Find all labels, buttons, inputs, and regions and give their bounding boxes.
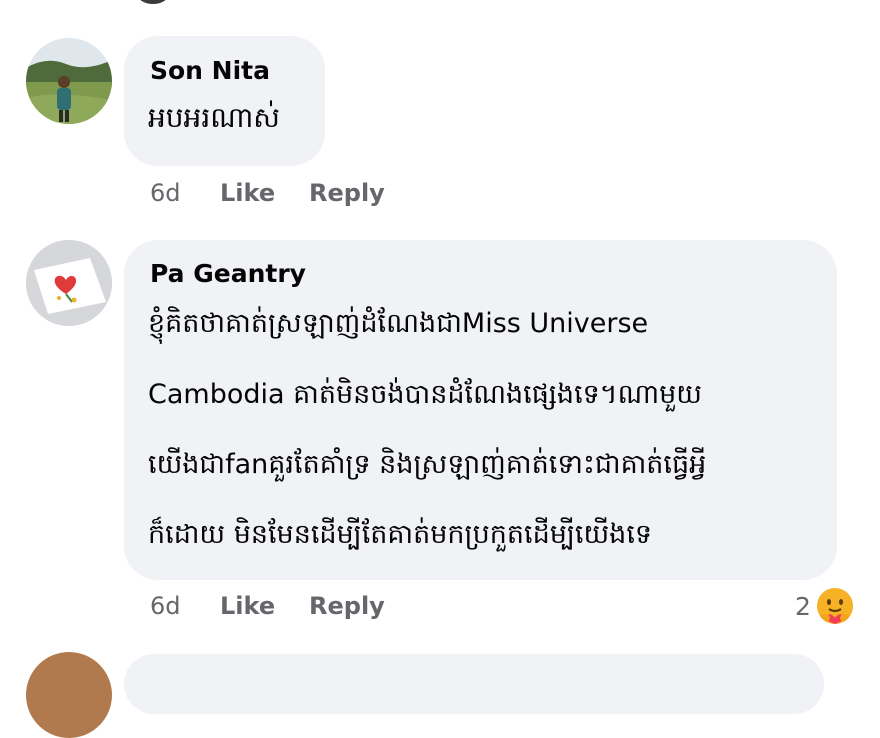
comment-text-line: អបអរណាស់ [148,101,280,134]
comment-text-line: ខ្ញុំគិតថាគាត់ស្រឡាញ់ដំណែងជាMiss Univers… [148,308,649,339]
avatar[interactable] [26,38,112,124]
previous-comment-avatar-edge [138,0,168,4]
avatar[interactable] [26,240,112,326]
comment-text-line: ក៏ដោយ មិនមែនដើម្បីតែគាត់មកប្រកួតដើម្បីយើ… [148,519,653,550]
reaction-count: 2 [795,591,811,621]
comment-bubble [124,654,824,714]
care-emoji-icon [816,588,853,624]
reply-button[interactable]: Reply [309,179,385,207]
comment-text-line: យើងជាfanគួរតែគាំទ្រ និងស្រឡាញ់គាត់ទោះជាគ… [148,449,707,480]
reaction-summary[interactable]: 2 [795,588,853,624]
comment-timestamp[interactable]: 6d [150,592,181,620]
reply-button[interactable]: Reply [309,592,385,620]
comment-timestamp[interactable]: 6d [150,179,181,207]
avatar[interactable] [26,652,112,738]
like-button[interactable]: Like [220,592,275,620]
comment-text-line: Cambodia គាត់មិនចង់បានដំណែងផ្សេងទេ។ណាមួយ [148,379,702,410]
profile-photo-landscape-icon [26,38,112,124]
comment-author[interactable]: Son Nita [150,56,270,85]
comment-author[interactable]: Pa Geantry [150,259,306,288]
profile-photo-heart-icon [26,240,112,326]
like-button[interactable]: Like [220,179,275,207]
